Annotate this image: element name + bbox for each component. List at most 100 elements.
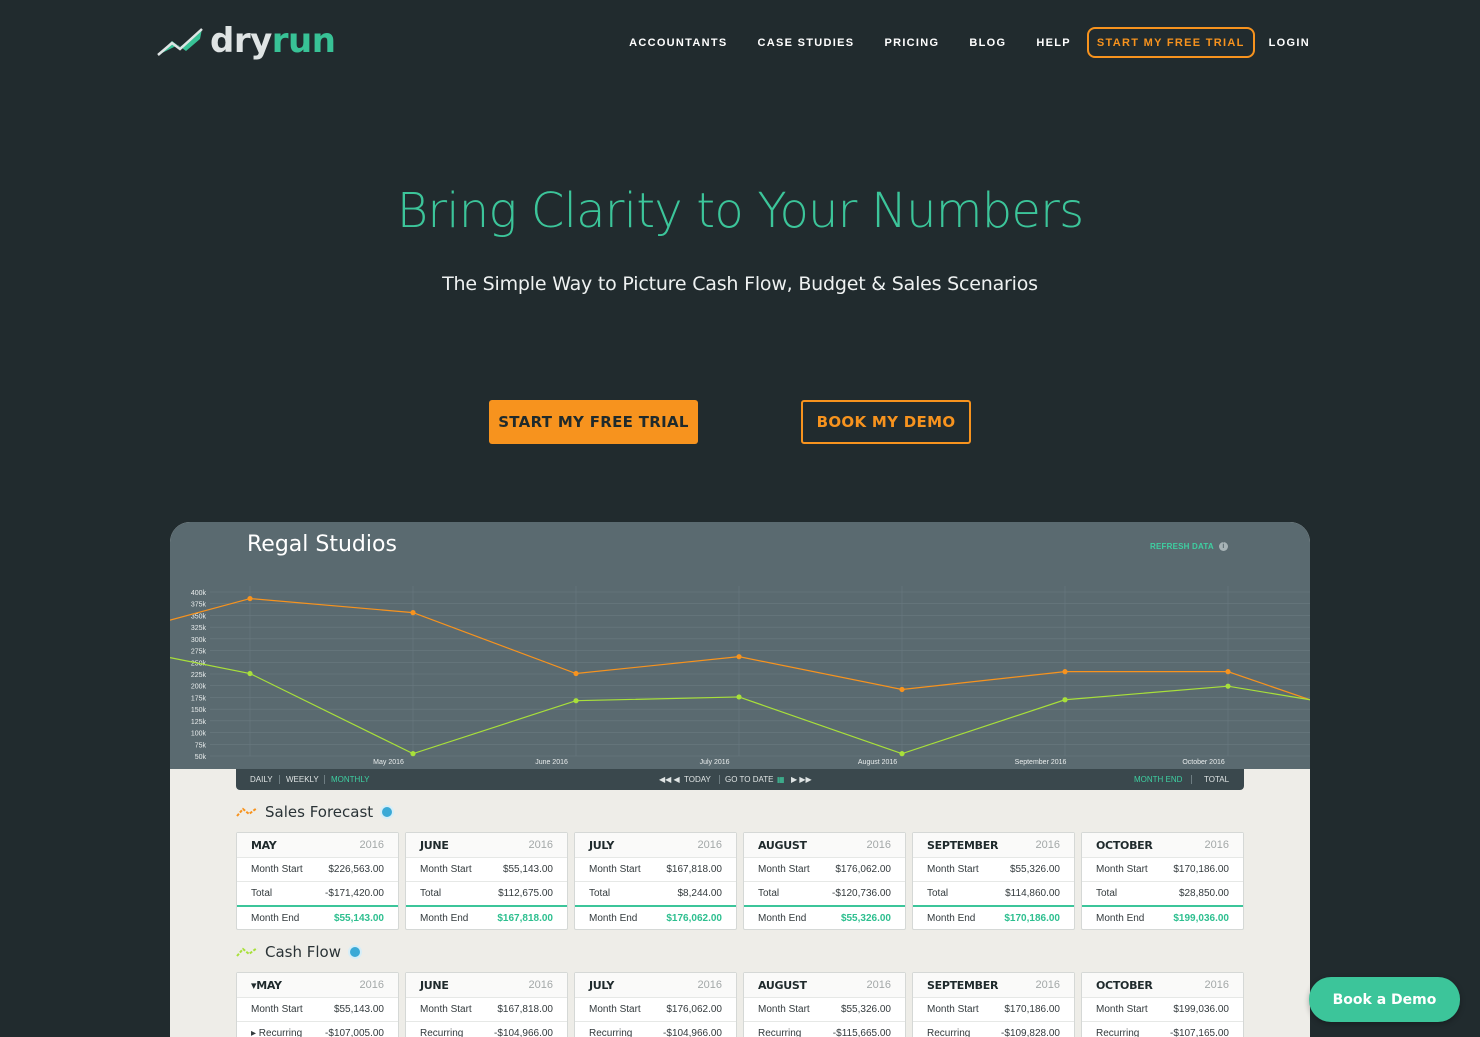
series-point-1 (573, 698, 579, 704)
nav-accountants[interactable]: ACCOUNTANTS (629, 37, 727, 49)
month-card[interactable]: SEPTEMBER 2016 Month Start $55,326.00 Total $… (912, 832, 1075, 930)
card-month: SEPTEMBER (927, 978, 999, 992)
card-row: Month Start $167,818.00 (406, 997, 567, 1021)
card-header: SEPTEMBER 2016 (913, 833, 1074, 857)
today-button[interactable]: TODAY (684, 775, 711, 784)
row-value: $176,062.00 (666, 912, 722, 924)
card-row: Month Start $199,036.00 (1082, 997, 1243, 1021)
floating-book-demo-button[interactable]: Book a Demo (1309, 977, 1460, 1022)
row-label: Recurring (1096, 1028, 1140, 1037)
start-trial-button[interactable]: START MY FREE TRIAL (489, 400, 698, 444)
row-value: $55,143.00 (333, 1004, 384, 1015)
month-card[interactable]: JULY 2016 Month Start $176,062.00 Recurring -… (574, 972, 737, 1037)
nav-pricing[interactable]: PRICING (884, 37, 939, 49)
y-tick-label: 150k (191, 707, 207, 714)
series-point-0 (736, 654, 742, 660)
y-tick-label: 300k (191, 637, 207, 644)
month-card[interactable]: JULY 2016 Month Start $167,818.00 Total $8,24… (574, 832, 737, 930)
card-row: Total $114,860.00 (913, 881, 1074, 905)
y-tick-label: 400k (191, 590, 207, 597)
x-tick-label: August 2016 (858, 759, 897, 766)
row-label: Total (927, 888, 949, 899)
cash-flow-heading[interactable]: Cash Flow (236, 943, 362, 961)
y-tick-label: 75k (195, 742, 207, 749)
month-card[interactable]: AUGUST 2016 Month Start $55,326.00 Recurring… (743, 972, 906, 1037)
x-tick-label: June 2016 (535, 759, 568, 766)
nav-help[interactable]: HELP (1036, 37, 1071, 49)
card-row: Total $112,675.00 (406, 881, 567, 905)
card-header: JULY 2016 (575, 833, 736, 857)
company-name: Regal Studios (247, 532, 397, 557)
y-tick-label: 200k (191, 684, 207, 691)
card-header: OCTOBER 2016 (1082, 973, 1243, 997)
card-row-month-end: Month End $176,062.00 (575, 905, 736, 929)
card-month: OCTOBER (1096, 838, 1153, 852)
row-label: Month Start (927, 1004, 979, 1015)
forward-icon[interactable]: ▶ ▶▶ (791, 775, 812, 784)
month-card[interactable]: SEPTEMBER 2016 Month Start $170,186.00 Recur… (912, 972, 1075, 1037)
row-value: $55,326.00 (840, 912, 891, 924)
card-header: AUGUST 2016 (744, 833, 905, 857)
sales-forecast-heading[interactable]: Sales Forecast (236, 803, 395, 821)
card-row: Month Start $170,186.00 (1082, 857, 1243, 881)
row-value: -$104,966.00 (494, 1028, 553, 1037)
series-point-1 (1225, 683, 1231, 689)
card-row-month-end: Month End $55,143.00 (237, 905, 398, 929)
nav-blog[interactable]: BLOG (969, 37, 1006, 49)
card-row: Total -$120,736.00 (744, 881, 905, 905)
row-value: $55,143.00 (333, 912, 384, 924)
card-year: 2016 (866, 979, 891, 991)
row-value: $176,062.00 (666, 1004, 722, 1015)
nav-login[interactable]: LOGIN (1269, 37, 1310, 49)
book-demo-button[interactable]: BOOK MY DEMO (801, 400, 971, 444)
go-to-date-button[interactable]: GO TO DATE (725, 775, 773, 784)
month-end-toggle[interactable]: MONTH END (1134, 775, 1182, 784)
y-tick-label: 50k (195, 754, 207, 761)
card-row: Month Start $226,563.00 (237, 857, 398, 881)
weekly-toggle[interactable]: WEEKLY (286, 775, 319, 784)
card-row: Month Start $176,062.00 (575, 997, 736, 1021)
row-value: $55,326.00 (840, 1004, 891, 1015)
month-card[interactable]: ▾MAY 2016 Month Start $55,143.00 ▸ Recurring… (236, 972, 399, 1037)
logo[interactable]: dryrun (156, 24, 336, 58)
monthly-toggle[interactable]: MONTHLY (331, 775, 370, 784)
nav-case-studies[interactable]: CASE STUDIES (758, 37, 855, 49)
series-point-1 (1062, 697, 1068, 703)
card-row: Recurring -$104,966.00 (406, 1021, 567, 1037)
cash-flow-cards: ▾MAY 2016 Month Start $55,143.00 ▸ Recurring… (236, 972, 1244, 1037)
card-month: MAY (251, 838, 277, 852)
toolbar-divider (324, 775, 325, 784)
card-row-month-end: Month End $167,818.00 (406, 905, 567, 929)
y-tick-label: 125k (191, 719, 207, 726)
row-label: Recurring (758, 1028, 802, 1037)
row-label: Month Start (758, 1004, 810, 1015)
row-value: $167,818.00 (497, 912, 553, 924)
month-card[interactable]: AUGUST 2016 Month Start $176,062.00 Total -$1… (743, 832, 906, 930)
y-tick-label: 175k (191, 695, 207, 702)
series-line-0 (170, 597, 1310, 701)
month-card[interactable]: JUNE 2016 Month Start $167,818.00 Recurring -… (405, 972, 568, 1037)
daily-toggle[interactable]: DAILY (250, 775, 273, 784)
month-card[interactable]: OCTOBER 2016 Month Start $199,036.00 Recurri… (1081, 972, 1244, 1037)
row-label: Month End (927, 912, 976, 924)
card-row-month-end: Month End $170,186.00 (913, 905, 1074, 929)
refresh-data-link[interactable]: REFRESH DATA i (1150, 542, 1228, 551)
nav-start-trial-button[interactable]: START MY FREE TRIAL (1086, 27, 1255, 58)
month-card[interactable]: OCTOBER 2016 Month Start $170,186.00 Total $2… (1081, 832, 1244, 930)
row-label: Total (1096, 888, 1118, 899)
total-toggle[interactable]: TOTAL (1204, 775, 1229, 784)
row-value: -$104,966.00 (663, 1028, 722, 1037)
cash-flow-title: Cash Flow (265, 943, 341, 961)
rewind-icon[interactable]: ◀◀ ◀ (659, 775, 680, 784)
calendar-icon[interactable]: ▦ (777, 775, 785, 784)
info-icon: i (1218, 542, 1228, 551)
month-card[interactable]: JUNE 2016 Month Start $55,143.00 Total $112,6… (405, 832, 568, 930)
cash-chart: 400k375k350k325k300k275k250k225k200k175k… (170, 586, 1310, 766)
row-value: -$109,828.00 (1001, 1028, 1060, 1037)
row-value: $114,860.00 (1005, 888, 1060, 899)
card-row: Month Start $176,062.00 (744, 857, 905, 881)
refresh-data-label: REFRESH DATA (1150, 542, 1214, 551)
month-card[interactable]: MAY 2016 Month Start $226,563.00 Total -$171,… (236, 832, 399, 930)
x-tick-label: September 2016 (1015, 759, 1067, 766)
card-row: Total -$171,420.00 (237, 881, 398, 905)
